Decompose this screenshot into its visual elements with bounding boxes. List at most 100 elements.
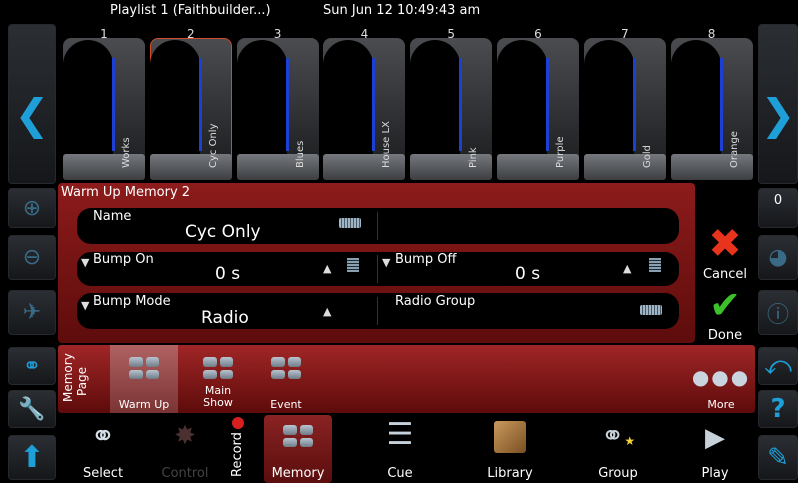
fader-2[interactable]: 2 Cyc Only — [148, 22, 234, 182]
control-icon: ✸ — [174, 421, 196, 451]
wrench-icon: 🔧 — [18, 396, 46, 422]
fader-name: Pink — [468, 147, 480, 168]
fader-button[interactable] — [63, 154, 145, 180]
fader-arch — [410, 40, 461, 165]
fader-level — [285, 58, 289, 151]
chevron-down-icon[interactable]: ▼ — [81, 256, 89, 269]
undo-icon: ⤺ — [764, 350, 792, 381]
fader-button[interactable] — [323, 154, 406, 180]
airplane-button[interactable]: ✈ — [8, 290, 56, 335]
keyboard-icon[interactable] — [640, 305, 662, 315]
fader-name: Works — [121, 137, 132, 168]
bump-mode-value[interactable]: Radio — [201, 308, 249, 328]
fader-number: 4 — [360, 27, 369, 41]
fader-number: 6 — [534, 27, 542, 41]
chevron-down-icon[interactable]: ▼ — [382, 256, 390, 269]
nav-select[interactable]: ⚭ Select — [66, 415, 140, 483]
close-icon: ✖ — [708, 221, 742, 267]
radio-group-label: Radio Group — [395, 294, 476, 309]
link-icon: ⚭ — [22, 353, 42, 379]
fader-page-next-button[interactable]: ❯ — [758, 24, 798, 184]
nav-label: Play — [701, 466, 729, 481]
nav-cue[interactable]: ☰ Cue — [360, 415, 440, 483]
page-label: Page — [75, 366, 89, 396]
fader-button[interactable] — [670, 154, 753, 180]
arrow-up-icon: ⬆ — [19, 440, 45, 475]
nav-label: Library — [487, 466, 533, 481]
page-tab-warm-up[interactable]: Warm Up — [110, 345, 178, 413]
undo-button[interactable]: ⤺ — [758, 347, 798, 385]
edit-button[interactable]: ✎ — [758, 435, 798, 480]
nav-group[interactable]: ⚭★ Group — [578, 415, 658, 483]
fader-arch — [63, 40, 113, 165]
chevron-down-icon[interactable]: ▼ — [81, 299, 89, 312]
name-field[interactable]: Name Cyc Only — [77, 208, 679, 244]
chevron-up-icon[interactable]: ▲ — [323, 305, 331, 318]
cancel-button[interactable]: ✖ Cancel — [695, 224, 755, 286]
fader-4[interactable]: 4 House LX — [321, 22, 407, 182]
zoom-in-button[interactable]: ⊕ — [8, 188, 56, 228]
fader-level — [198, 58, 202, 151]
checkmark-icon: ✔ — [709, 283, 741, 327]
clock: Sun Jun 12 10:49:43 am — [323, 3, 481, 18]
help-button[interactable]: ? — [758, 390, 798, 428]
fader-button[interactable] — [410, 154, 493, 180]
fader-level — [719, 58, 723, 151]
numpad-icon[interactable] — [649, 258, 661, 272]
chevron-up-icon[interactable]: ▲ — [323, 262, 331, 275]
library-icon — [494, 421, 526, 453]
zoom-out-button[interactable]: ⊖ — [8, 235, 56, 280]
memory-label: Memory — [61, 353, 75, 402]
chevron-up-icon[interactable]: ▲ — [623, 262, 631, 275]
up-button[interactable]: ⬆ — [8, 435, 56, 480]
fader-5[interactable]: 5 Pink — [408, 22, 494, 182]
memory-page-label: Memory Page — [61, 350, 89, 410]
fader-button[interactable] — [583, 154, 666, 180]
fader-number: 3 — [273, 27, 282, 41]
nav-play[interactable]: ▶ Play — [682, 415, 748, 483]
nav-record[interactable]: Record — [228, 415, 256, 483]
bowl-icon: ◕ — [768, 245, 788, 270]
help-icon: ? — [770, 394, 786, 424]
fader-page-prev-button[interactable]: ❮ — [8, 24, 56, 184]
page-tab-main-show[interactable]: Main Show — [190, 345, 246, 413]
fader-name: Cyc Only — [207, 123, 219, 168]
bump-on-value[interactable]: 0 s — [215, 264, 240, 284]
nav-control[interactable]: ✸ Control — [148, 415, 222, 483]
bump-mode-row: ▼ Bump Mode Radio ▲ Radio Group — [77, 293, 679, 329]
numpad-icon[interactable] — [347, 258, 359, 272]
settings-button[interactable]: 🔧 — [8, 390, 56, 428]
bump-off-value[interactable]: 0 s — [515, 264, 540, 284]
fader-1[interactable]: 1 Works — [61, 22, 147, 182]
link-button[interactable]: ⚭ — [8, 347, 56, 385]
play-icon: ▶ — [705, 423, 725, 453]
dialog-title: Warm Up Memory 2 — [61, 185, 191, 200]
playlist-title[interactable]: Playlist 1 (Faithbuilder...) — [110, 3, 271, 18]
fader-button[interactable] — [497, 154, 579, 180]
page-icon — [129, 357, 159, 379]
page-label-main-show: Main Show — [203, 384, 233, 409]
fader-8[interactable]: 8 Orange — [669, 22, 755, 182]
fader-button[interactable] — [236, 154, 319, 180]
done-button[interactable]: ✔ Done — [695, 285, 755, 347]
keyboard-icon[interactable] — [339, 218, 361, 228]
fader-arch — [236, 40, 287, 165]
page-tab-event[interactable]: Event — [258, 345, 314, 413]
info-button[interactable]: ⓘ — [758, 290, 798, 335]
fader-number: 1 — [100, 27, 108, 41]
select-icon: ⚭ — [90, 419, 116, 454]
fader-7[interactable]: 7 Gold — [582, 22, 668, 182]
pencil-icon: ✎ — [767, 442, 789, 473]
fader-3[interactable]: 3 Blues — [235, 22, 321, 182]
zoom-in-icon: ⊕ — [22, 195, 42, 221]
nav-memory[interactable]: Memory — [264, 415, 332, 483]
nav-library[interactable]: Library — [470, 415, 550, 483]
group-icon: ⚭★ — [600, 419, 636, 452]
more-label: More — [707, 398, 735, 411]
bowl-button[interactable]: ◕ — [758, 235, 798, 280]
bump-off-label: Bump Off — [395, 252, 457, 267]
fader-6[interactable]: 6 Purple — [495, 22, 581, 182]
fader-button[interactable] — [149, 154, 232, 180]
more-button[interactable]: ●●● More — [690, 345, 752, 413]
name-label: Name — [93, 209, 132, 224]
